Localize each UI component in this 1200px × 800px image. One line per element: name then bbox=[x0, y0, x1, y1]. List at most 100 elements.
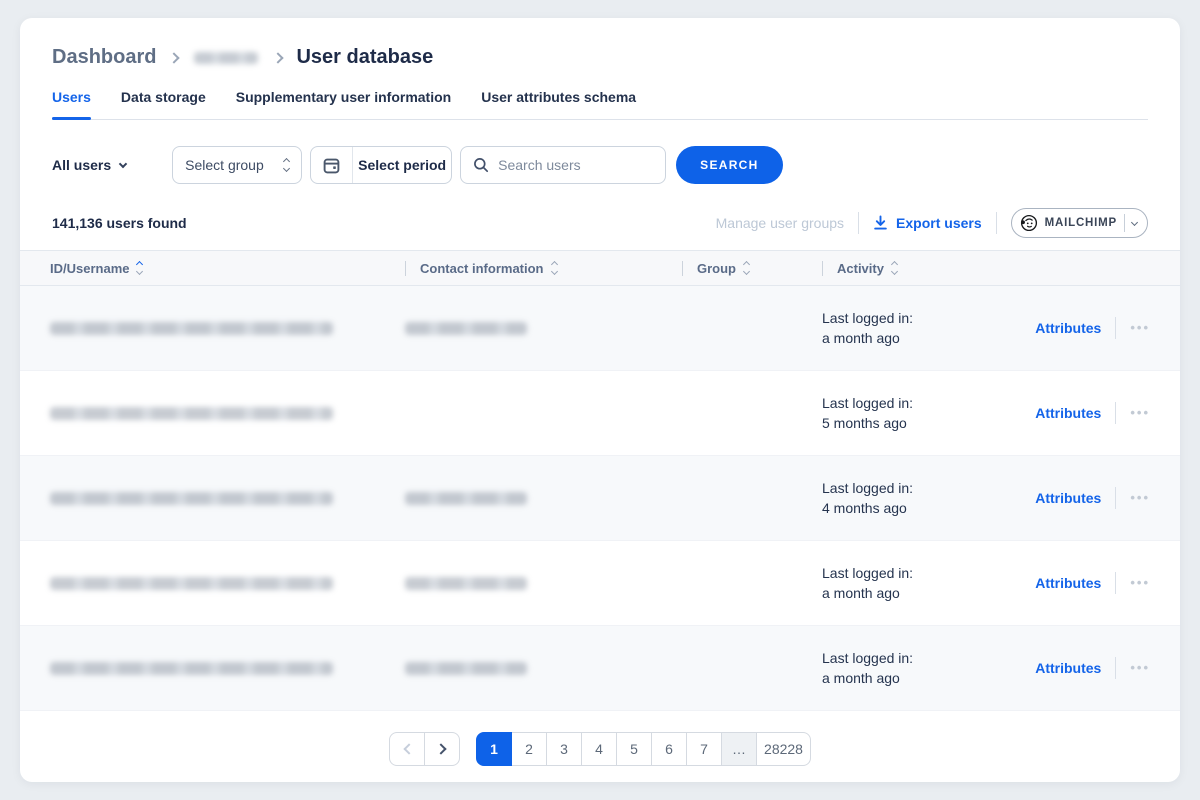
page-button-1[interactable]: 1 bbox=[476, 732, 512, 766]
page-button-7[interactable]: 7 bbox=[686, 732, 722, 766]
pagination: 1 2 3 4 5 6 7 … 28228 bbox=[20, 732, 1180, 766]
last-logged-label: Last logged in: bbox=[822, 480, 913, 497]
select-group-dropdown[interactable]: Select group bbox=[172, 146, 302, 184]
row-menu-button[interactable]: ••• bbox=[1130, 408, 1150, 418]
redacted-id bbox=[50, 577, 333, 590]
filter-bar: All users Select group Select period bbox=[52, 146, 1148, 184]
page-button-last[interactable]: 28228 bbox=[756, 732, 811, 766]
redacted-contact bbox=[405, 322, 527, 335]
page-button-6[interactable]: 6 bbox=[651, 732, 687, 766]
search-button[interactable]: SEARCH bbox=[676, 146, 782, 184]
next-page-button[interactable] bbox=[424, 732, 460, 766]
all-users-dropdown[interactable]: All users bbox=[52, 157, 126, 173]
last-logged-label: Last logged in: bbox=[822, 395, 913, 412]
divider bbox=[1115, 487, 1116, 509]
page-button-5[interactable]: 5 bbox=[616, 732, 652, 766]
last-logged-value: a month ago bbox=[822, 330, 900, 347]
sort-icon bbox=[552, 262, 557, 274]
last-logged-label: Last logged in: bbox=[822, 310, 913, 327]
sort-icon bbox=[892, 262, 897, 274]
redacted-id bbox=[50, 322, 333, 335]
attributes-link[interactable]: Attributes bbox=[1035, 660, 1101, 676]
activity-cell: Last logged in: 5 months ago bbox=[822, 395, 1035, 432]
row-menu-button[interactable]: ••• bbox=[1130, 578, 1150, 588]
calendar-icon bbox=[323, 157, 340, 174]
tab-user-attributes-schema[interactable]: User attributes schema bbox=[481, 89, 636, 119]
breadcrumb-redacted-item[interactable] bbox=[194, 52, 258, 64]
row-menu-button[interactable]: ••• bbox=[1130, 323, 1150, 333]
divider bbox=[822, 261, 823, 276]
mailchimp-button[interactable]: MAILCHIMP bbox=[1011, 208, 1148, 238]
breadcrumb-dashboard-link[interactable]: Dashboard bbox=[52, 46, 156, 69]
row-menu-button[interactable]: ••• bbox=[1130, 493, 1150, 503]
page-button-2[interactable]: 2 bbox=[511, 732, 547, 766]
results-toolbar: 141,136 users found Manage user groups E… bbox=[52, 208, 1148, 238]
last-logged-value: 5 months ago bbox=[822, 415, 907, 432]
divider bbox=[996, 212, 997, 234]
row-actions: Attributes ••• bbox=[1035, 402, 1150, 424]
divider bbox=[682, 261, 683, 276]
export-users-button[interactable]: Export users bbox=[873, 215, 982, 231]
row-menu-button[interactable]: ••• bbox=[1130, 663, 1150, 673]
search-field[interactable] bbox=[460, 146, 666, 184]
divider bbox=[1115, 402, 1116, 424]
attributes-link[interactable]: Attributes bbox=[1035, 490, 1101, 506]
redacted-id bbox=[50, 662, 333, 675]
chevron-right-icon bbox=[169, 52, 180, 63]
attributes-link[interactable]: Attributes bbox=[1035, 320, 1101, 336]
user-database-panel: Dashboard User database Users Data stora… bbox=[20, 18, 1180, 782]
id-cell bbox=[50, 662, 405, 675]
search-icon bbox=[473, 157, 489, 173]
sort-icon bbox=[137, 262, 142, 274]
pagination-nav bbox=[389, 732, 460, 766]
row-actions: Attributes ••• bbox=[1035, 657, 1150, 679]
redacted-id bbox=[50, 407, 333, 420]
table-row: Last logged in: a month ago Attributes •… bbox=[20, 541, 1180, 626]
row-actions: Attributes ••• bbox=[1035, 487, 1150, 509]
select-period-label: Select period bbox=[353, 157, 451, 173]
last-logged-label: Last logged in: bbox=[822, 565, 913, 582]
id-cell bbox=[50, 577, 405, 590]
column-label: Contact information bbox=[420, 261, 544, 276]
column-header-contact-information[interactable]: Contact information bbox=[405, 261, 682, 276]
attributes-link[interactable]: Attributes bbox=[1035, 405, 1101, 421]
column-header-group[interactable]: Group bbox=[682, 261, 822, 276]
table-row: Last logged in: a month ago Attributes •… bbox=[20, 626, 1180, 711]
divider bbox=[1115, 317, 1116, 339]
page-button-4[interactable]: 4 bbox=[581, 732, 617, 766]
row-actions: Attributes ••• bbox=[1035, 317, 1150, 339]
id-cell bbox=[50, 322, 405, 335]
column-label: Group bbox=[697, 261, 736, 276]
page-button-3[interactable]: 3 bbox=[546, 732, 582, 766]
select-period-control[interactable]: Select period bbox=[310, 146, 452, 184]
calendar-button[interactable] bbox=[311, 147, 353, 183]
divider bbox=[858, 212, 859, 234]
id-cell bbox=[50, 492, 405, 505]
manage-user-groups-button[interactable]: Manage user groups bbox=[716, 215, 844, 231]
column-header-activity[interactable]: Activity bbox=[822, 261, 1150, 276]
redacted-contact bbox=[405, 577, 527, 590]
divider bbox=[1115, 657, 1116, 679]
column-header-id-username[interactable]: ID/Username bbox=[50, 261, 405, 276]
search-input[interactable] bbox=[498, 157, 653, 173]
divider bbox=[1124, 214, 1125, 232]
mailchimp-label: MAILCHIMP bbox=[1045, 217, 1117, 229]
last-logged-label: Last logged in: bbox=[822, 650, 913, 667]
tab-data-storage[interactable]: Data storage bbox=[121, 89, 206, 119]
redacted-contact bbox=[405, 492, 527, 505]
export-users-label: Export users bbox=[896, 215, 982, 231]
divider bbox=[1115, 572, 1116, 594]
table-row: Last logged in: 5 months ago Attributes … bbox=[20, 371, 1180, 456]
users-found-count: 141,136 users found bbox=[52, 215, 187, 231]
attributes-link[interactable]: Attributes bbox=[1035, 575, 1101, 591]
tab-users[interactable]: Users bbox=[52, 89, 91, 119]
divider bbox=[405, 261, 406, 276]
contact-cell bbox=[405, 492, 682, 505]
tab-supplementary-user-information[interactable]: Supplementary user information bbox=[236, 89, 451, 119]
contact-cell bbox=[405, 662, 682, 675]
column-label: ID/Username bbox=[50, 261, 129, 276]
table-row: Last logged in: 4 months ago Attributes … bbox=[20, 456, 1180, 541]
table-row: Last logged in: a month ago Attributes •… bbox=[20, 286, 1180, 371]
page-ellipsis[interactable]: … bbox=[721, 732, 757, 766]
previous-page-button[interactable] bbox=[389, 732, 425, 766]
